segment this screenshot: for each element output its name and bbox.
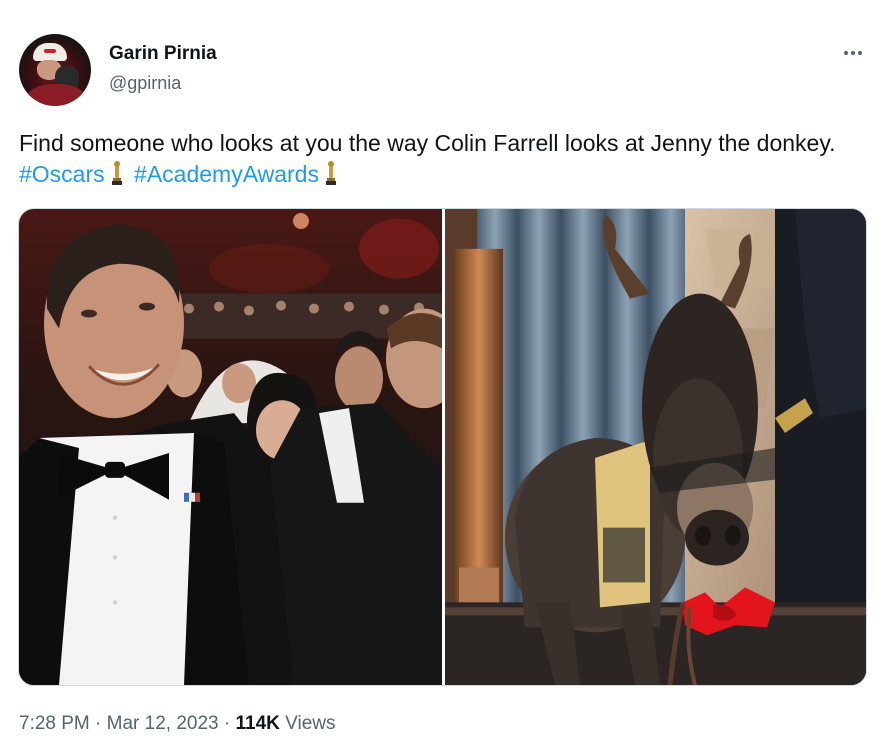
hashtag-academyawards[interactable]: #AcademyAwards bbox=[134, 161, 319, 187]
more-dots-icon bbox=[844, 51, 862, 55]
media-photo-1[interactable] bbox=[19, 209, 442, 685]
media-photo-2[interactable] bbox=[445, 209, 866, 685]
avatar-body bbox=[27, 84, 85, 106]
tweet-text: Find someone who looks at you the way Co… bbox=[19, 128, 864, 194]
author-avatar[interactable] bbox=[19, 34, 91, 106]
views-count: 114K bbox=[235, 713, 280, 734]
hashtag-oscars[interactable]: #Oscars bbox=[19, 161, 105, 187]
tweet-meta: 7:28 PM · Mar 12, 2023 · 114K Views bbox=[19, 713, 336, 735]
author-handle[interactable]: @gpirnia bbox=[109, 73, 181, 94]
meta-separator: · bbox=[95, 713, 102, 734]
tweet-media bbox=[18, 208, 867, 686]
oscar-trophy-icon bbox=[111, 160, 123, 194]
meta-separator: · bbox=[223, 713, 231, 734]
tweet-body-text: Find someone who looks at you the way Co… bbox=[19, 130, 836, 156]
oscar-trophy-icon bbox=[325, 160, 337, 194]
author-name[interactable]: Garin Pirnia bbox=[109, 43, 217, 65]
tweet-time[interactable]: 7:28 PM bbox=[19, 713, 90, 734]
tweet-date[interactable]: Mar 12, 2023 bbox=[107, 713, 219, 734]
more-options-button[interactable] bbox=[836, 38, 870, 68]
avatar-hat bbox=[33, 43, 67, 61]
views-label: Views bbox=[285, 713, 336, 734]
